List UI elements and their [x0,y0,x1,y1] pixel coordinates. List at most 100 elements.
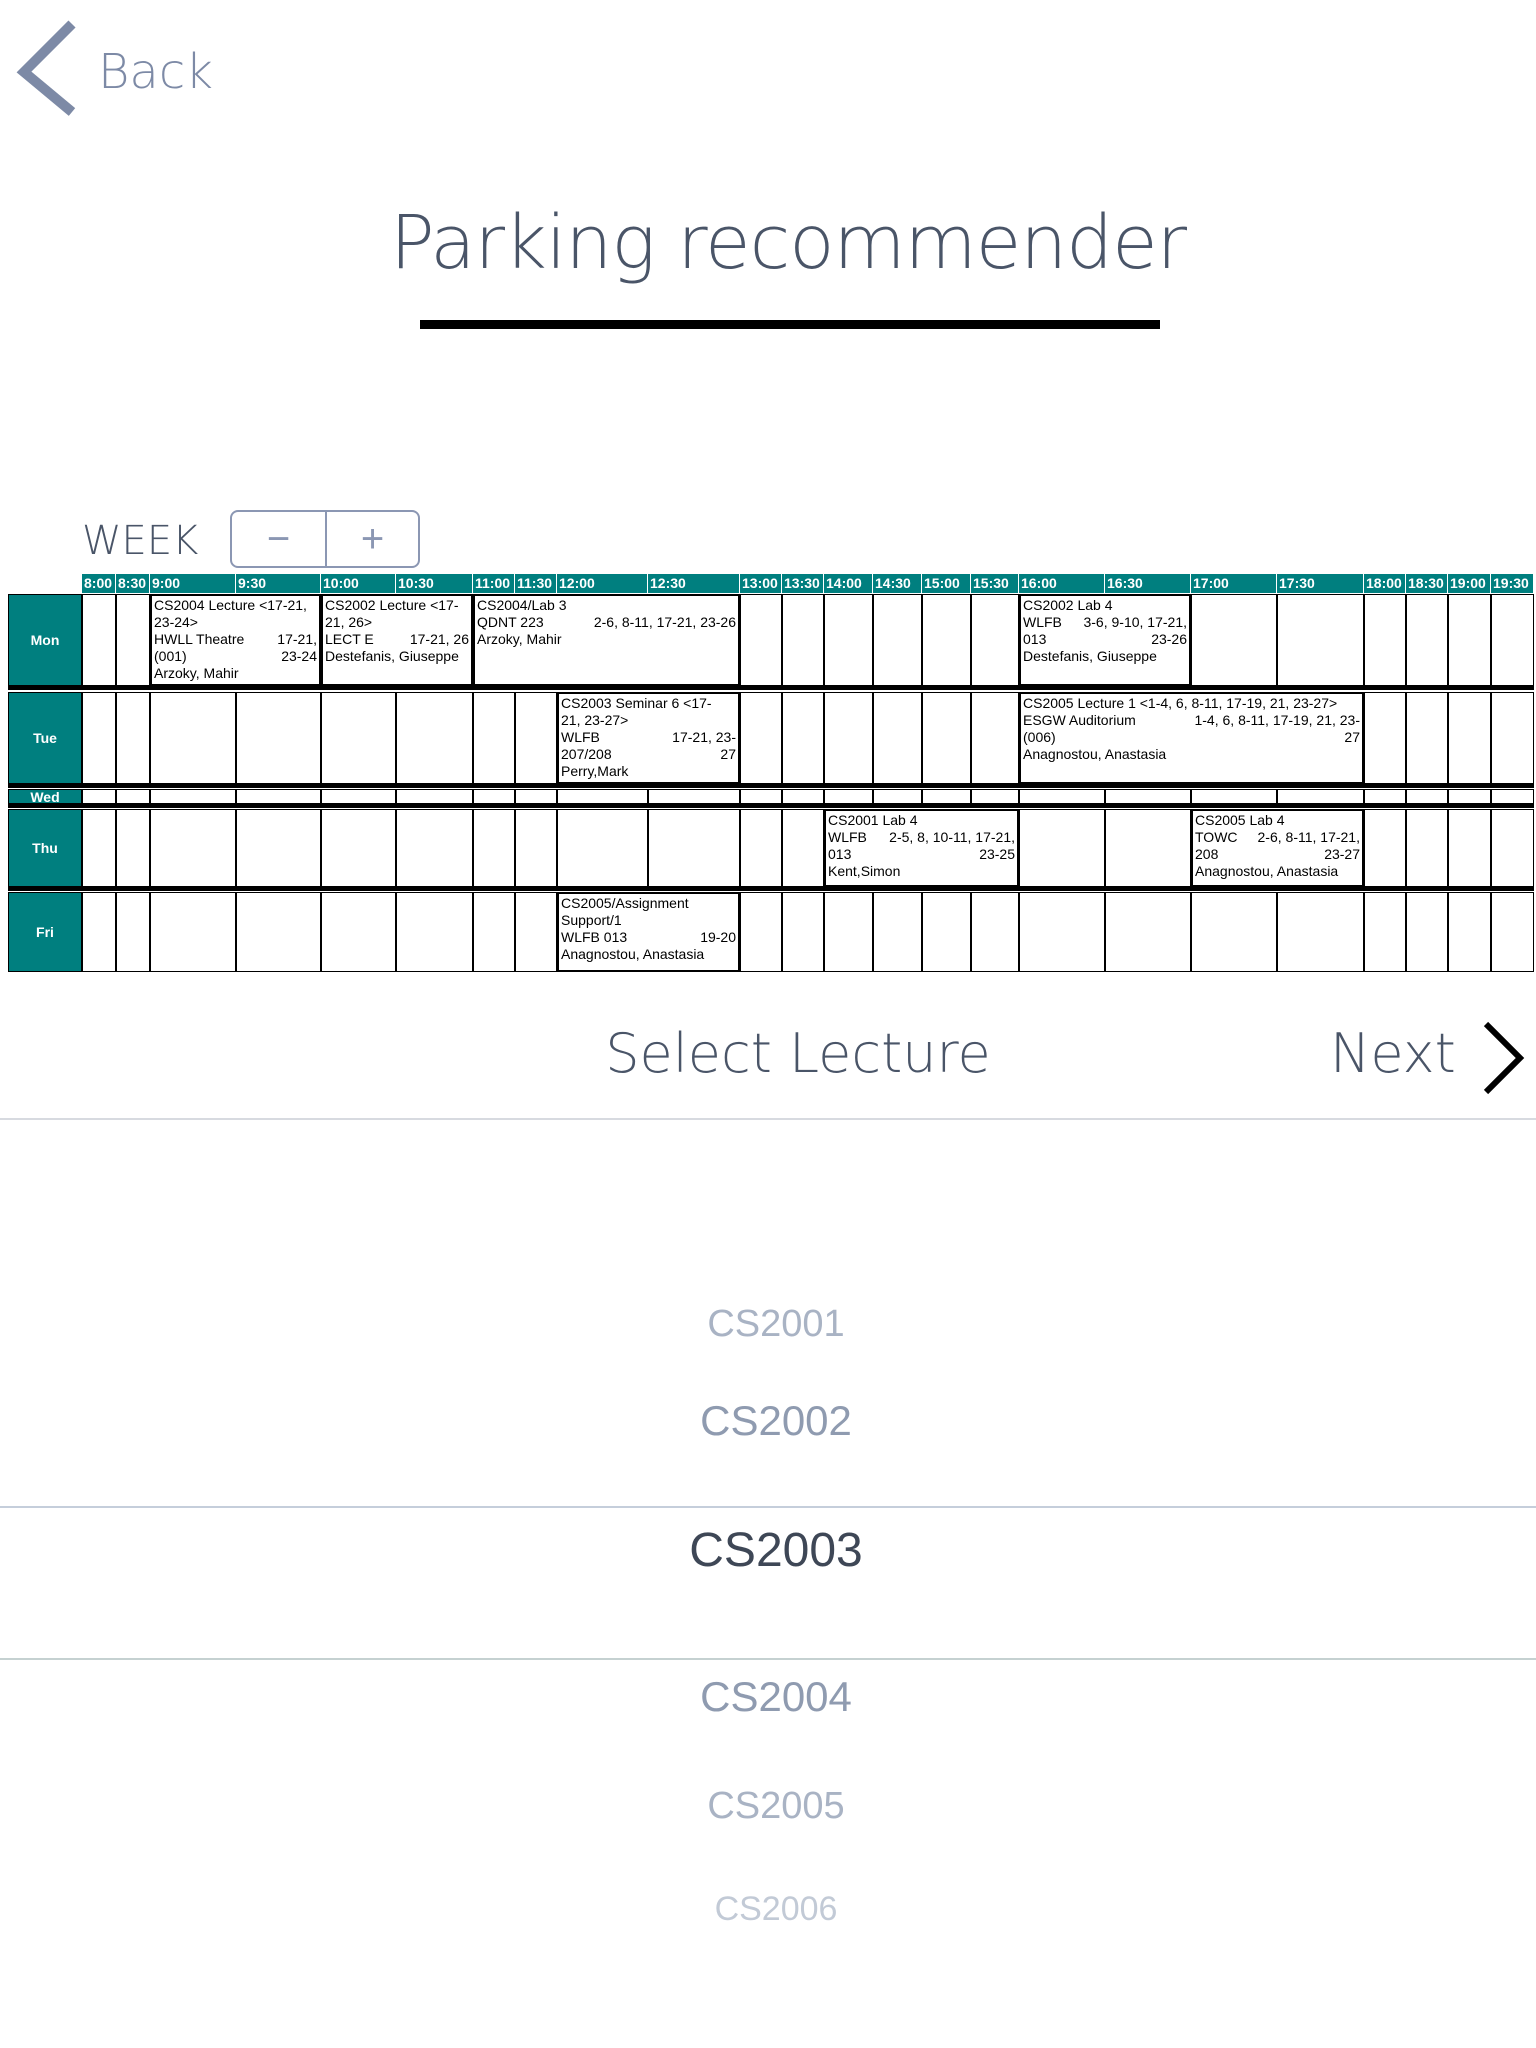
event-line: CS2005 Lecture 1 <1-4, 6, 8-11, 17-19, 2… [1023,695,1338,711]
timetable-cell [236,892,321,972]
timetable-cell [1448,809,1491,887]
timetable-cell [236,692,321,784]
timetable-cell [1277,892,1364,972]
timetable-cell [971,892,1019,972]
timetable-cell [515,809,557,887]
timetable-cell [557,809,648,887]
timetable-cell [824,594,873,686]
timetable-cell [1406,692,1448,784]
event-line: Kent,Simon [828,863,901,879]
timetable-cell [321,809,396,887]
event-line: CS2002 Lecture <17- [325,597,459,613]
time-header: 14:30 [873,574,922,593]
timetable-cell [236,809,321,887]
event-line: (001) 23-24 [154,648,317,664]
time-header: 10:30 [396,574,473,593]
week-stepper: − + [230,510,420,568]
picker-option[interactable]: CS2003 [0,1523,1536,1578]
timetable-cell [922,594,971,686]
timetable-event[interactable]: CS2005/Assignment Support/1 WLFB 013 19-20 A… [557,892,740,972]
time-header: 9:30 [236,574,321,593]
timetable-event[interactable]: CS2004/Lab 3 QDNT 223 2-6, 8-11, 17-21, 23… [473,594,740,686]
timetable-cell [971,594,1019,686]
timetable-cell [116,809,150,887]
event-line: 21, 26> [325,614,373,630]
timetable-cell [396,789,473,804]
event-line: QDNT 223 2-6, 8-11, 17-21, 23-26 [477,614,736,630]
timetable-event[interactable]: CS2001 Lab 4 WLFB 2-5, 8, 10-11, 17-21, 013… [824,809,1019,887]
event-line: CS2004/Lab 3 [477,597,567,613]
timetable-cell [1105,809,1191,887]
timetable-cell [971,789,1019,804]
week-decrement-button[interactable]: − [232,512,325,566]
event-line: Anagnostou, Anastasia [561,946,705,962]
timetable-event[interactable]: CS2003 Seminar 6 <17- 21, 23-27> WLFB 17-21… [557,692,740,784]
event-line: Support/1 [561,912,622,928]
timetable-cell [82,594,116,686]
timetable-cell [396,809,473,887]
timetable-cell [1364,594,1406,686]
timetable-cell [82,809,116,887]
timetable-event[interactable]: CS2004 Lecture <17-21, 23-24> HWLL Theatre… [150,594,321,686]
day-header: Thu [8,809,82,887]
event-line: WLFB 3-6, 9-10, 17-21, [1023,614,1187,630]
timetable-cell [150,892,236,972]
event-line: Destefanis, Giuseppe [1023,648,1157,664]
timetable-cell [1448,789,1491,804]
timetable-cell [873,789,922,804]
timetable-event[interactable]: CS2002 Lab 4 WLFB 3-6, 9-10, 17-21, 013 23-2… [1019,594,1191,686]
timetable: 8:00 8:30 9:00 9:30 10:00 10:30 11:00 11:30 12:0… [8,574,1534,972]
lecture-picker[interactable]: CS2001 CS2002 CS2003 CS2004 CS2005 CS2006 [0,1118,1536,2048]
week-increment-button[interactable]: + [325,512,418,566]
timetable-cell [1364,789,1406,804]
timetable-event[interactable]: CS2005 Lab 4 TOWC 2-6, 8-11, 17-21, 208 23-2… [1191,809,1364,887]
timetable-cell [782,789,824,804]
chevron-left-icon [16,20,76,116]
event-line: (006) 27 [1023,729,1360,745]
next-button[interactable]: Next [1330,1016,1530,1096]
event-line: CS2005/Assignment [561,895,689,911]
event-line: CS2003 Seminar 6 <17- [561,695,712,711]
timetable-cell [515,789,557,804]
timetable-cell [1191,789,1277,804]
day-header: Fri [8,892,82,972]
picker-option[interactable]: CS2005 [0,1785,1536,1828]
timetable-cell [150,789,236,804]
timetable-cell [236,789,321,804]
picker-option[interactable]: CS2004 [0,1673,1536,1721]
timetable-cell [648,809,740,887]
title-underline [420,320,1160,329]
timetable-event[interactable]: CS2005 Lecture 1 <1-4, 6, 8-11, 17-19, 2… [1019,692,1364,784]
timetable-cell [1019,809,1105,887]
time-header: 15:00 [922,574,971,593]
timetable-event[interactable]: CS2002 Lecture <17- 21, 26> LECT E 17-21, 2… [321,594,473,686]
timetable-cell [1491,789,1534,804]
time-header: 17:00 [1191,574,1277,593]
timetable-cell [1277,789,1364,804]
time-header: 16:00 [1019,574,1105,593]
time-header: 18:30 [1406,574,1448,593]
event-line: CS2002 Lab 4 [1023,597,1113,613]
picker-option[interactable]: CS2002 [0,1397,1536,1445]
timetable-cell [396,692,473,784]
timetable-cell [1491,594,1534,686]
event-line: 21, 23-27> [561,712,629,728]
timetable-cell [740,789,782,804]
back-button[interactable]: Back [14,16,224,116]
time-header: 11:00 [473,574,515,593]
time-header: 17:30 [1277,574,1364,593]
timetable-cell [824,692,873,784]
timetable-cell [1491,892,1534,972]
picker-option[interactable]: CS2006 [0,1890,1536,1929]
picker-option[interactable]: CS2001 [0,1303,1536,1346]
timetable-cell [782,594,824,686]
event-line: Destefanis, Giuseppe [325,648,459,664]
timetable-cell [782,692,824,784]
timetable-cell [150,692,236,784]
timetable-cell [873,892,922,972]
timetable-cell [1019,892,1105,972]
time-header: 14:00 [824,574,873,593]
next-label: Next [1330,1022,1456,1085]
row-separator [8,803,1534,808]
timetable-cell [82,692,116,784]
